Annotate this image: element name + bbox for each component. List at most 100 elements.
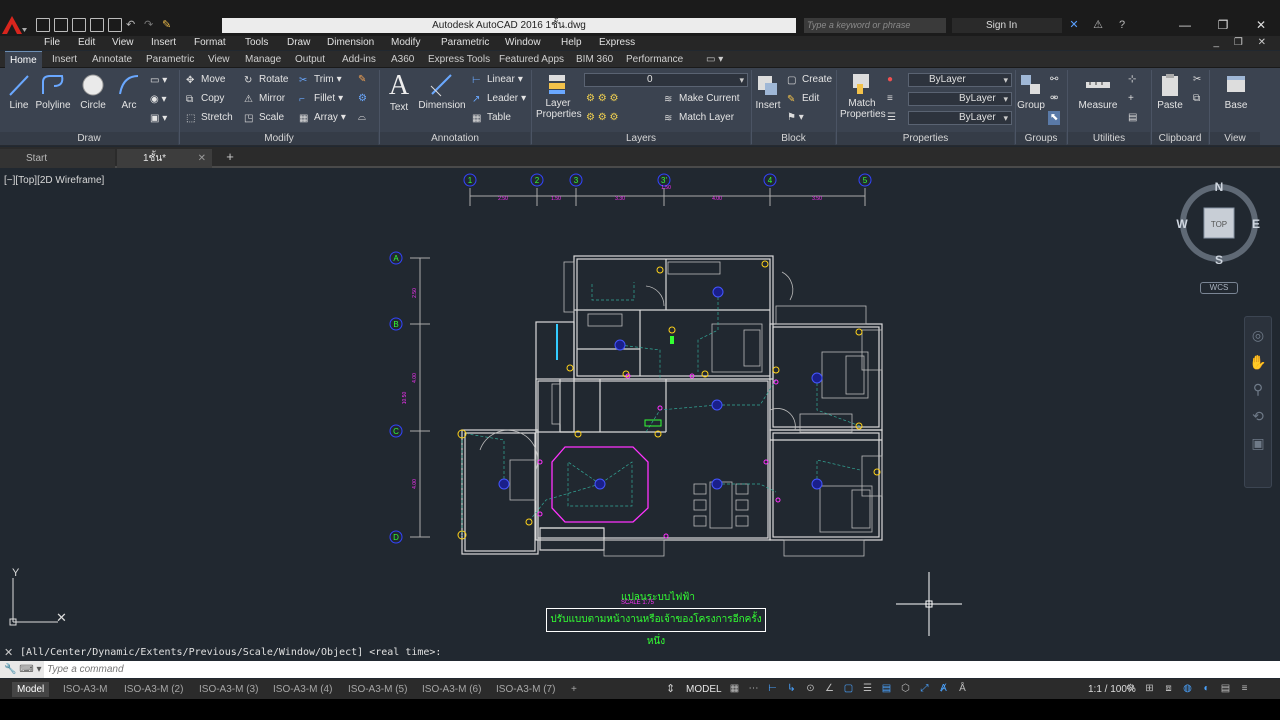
layout-tab-3[interactable]: ISO-A3-M (3) — [194, 682, 263, 697]
polyline-button[interactable]: Polyline — [35, 72, 71, 111]
layer-properties-button[interactable]: Layer Properties — [536, 72, 582, 120]
boundary-icon[interactable]: ▣ ▾ — [150, 112, 167, 126]
tab-express-tools[interactable]: Express Tools — [428, 51, 490, 68]
model-space-button[interactable]: MODEL — [686, 682, 722, 697]
menu-file[interactable]: File — [44, 36, 60, 50]
pan-icon[interactable]: ✋ — [1245, 354, 1271, 371]
isodraft-icon[interactable]: ⊙ — [804, 683, 817, 695]
layer-tools-row2[interactable]: ⚙ ⚙ ⚙ — [586, 111, 618, 125]
match-properties-button[interactable]: Match Properties — [840, 72, 886, 120]
undo-icon[interactable]: ↶ — [126, 18, 140, 32]
tab-annotate[interactable]: Annotate — [92, 51, 132, 68]
cut-icon[interactable]: ✂ — [1193, 73, 1201, 87]
osnap-tracking-icon[interactable]: ∠ — [823, 683, 836, 695]
hardware-acceleration-icon[interactable]: ◍ — [1181, 683, 1194, 695]
tab-drawing-file[interactable]: 1ชั้น* ✕ — [117, 149, 212, 168]
color-dropdown[interactable]: ByLayer — [908, 73, 1012, 87]
properties-panel-title[interactable]: Properties — [837, 132, 1014, 145]
document-window-controls[interactable]: _ ❐ ✕ — [1214, 36, 1272, 50]
menu-draw[interactable]: Draw — [287, 36, 310, 50]
annotation-visibility-icon[interactable]: ⤢ — [918, 683, 931, 695]
layer-dropdown[interactable]: 0 — [584, 73, 748, 87]
linetype-dropdown[interactable]: ByLayer — [908, 111, 1012, 125]
lineweight-dropdown[interactable]: ByLayer — [908, 92, 1012, 106]
modify-panel-title[interactable]: Modify — [180, 132, 378, 145]
selection-cycling-icon[interactable]: ⬡ — [899, 683, 912, 695]
menu-view[interactable]: View — [112, 36, 134, 50]
isolate-objects-icon[interactable]: ⧈ — [1162, 683, 1175, 695]
array-button[interactable]: ▦ Array ▾ — [299, 111, 346, 125]
layout-tab-6[interactable]: ISO-A3-M (6) — [417, 682, 486, 697]
close-icon[interactable]: ✕ — [1242, 16, 1280, 34]
snap-icon[interactable]: ⋯ — [747, 683, 760, 695]
text-button[interactable]: A Text — [386, 72, 412, 114]
dimension-button[interactable]: Dimension — [418, 72, 466, 111]
ortho-icon[interactable]: ⊢ — [766, 683, 779, 695]
showmotion-icon[interactable]: ▣ — [1245, 435, 1271, 452]
leader-button[interactable]: ↗ Leader ▾ — [472, 92, 526, 106]
restore-icon[interactable]: ❐ — [1204, 16, 1242, 34]
menu-insert[interactable]: Insert — [151, 36, 176, 50]
menu-window[interactable]: Window — [505, 36, 541, 50]
minimize-icon[interactable]: — — [1166, 16, 1204, 34]
tab-output[interactable]: Output — [295, 51, 325, 68]
drawing-canvas[interactable]: [−][Top][2D Wireframe] 1 2 3 3' 4 5 2.50… — [0, 170, 1280, 636]
layout-tab-1[interactable]: ISO-A3-M — [58, 682, 112, 697]
layout-tab-4[interactable]: ISO-A3-M (4) — [268, 682, 337, 697]
menu-help[interactable]: Help — [561, 36, 582, 50]
layout-tab-model[interactable]: Model — [12, 682, 50, 697]
groups-panel-title[interactable]: Groups — [1016, 132, 1066, 145]
color-wheel-icon[interactable]: ● — [887, 73, 893, 87]
command-input[interactable] — [44, 661, 1274, 678]
linetype-icon[interactable]: ☰ — [887, 111, 896, 125]
navigation-bar[interactable]: ◎ ✋ ⚲ ⟲ ▣ — [1244, 316, 1272, 488]
menu-edit[interactable]: Edit — [78, 36, 95, 50]
fillet-button[interactable]: ⌐ Fillet ▾ — [299, 92, 343, 106]
utilities-panel-title[interactable]: Utilities — [1068, 132, 1150, 145]
clean-screen-icon[interactable]: ◐ — [1200, 683, 1213, 695]
orbit-icon[interactable]: ⟲ — [1245, 408, 1271, 425]
measure-button[interactable]: Measure — [1078, 72, 1118, 111]
polar-icon[interactable]: ↳ — [785, 683, 798, 695]
menu-parametric[interactable]: Parametric — [441, 36, 489, 50]
autocad-logo-icon[interactable] — [0, 14, 30, 36]
menu-format[interactable]: Format — [194, 36, 226, 50]
sign-in-button[interactable]: Sign In — [952, 18, 1062, 33]
lock-ui-icon[interactable]: ⊞ — [1143, 683, 1156, 695]
layout-tab-5[interactable]: ISO-A3-M (5) — [343, 682, 412, 697]
make-current-button[interactable]: ≋ Make Current — [664, 92, 740, 106]
tab-performance[interactable]: Performance — [626, 51, 683, 68]
viewcube[interactable]: TOP N S W E — [1172, 180, 1268, 280]
hatch-icon[interactable]: ◉ ▾ — [150, 93, 167, 107]
status-scroll-icon[interactable]: ⇕ — [666, 682, 675, 695]
move-button[interactable]: ✥ Move — [186, 73, 225, 87]
view-panel-title[interactable]: View — [1210, 132, 1260, 145]
offset-icon[interactable]: ⌓ — [358, 111, 366, 125]
clipboard-panel-title[interactable]: Clipboard — [1152, 132, 1208, 145]
arc-button[interactable]: Arc — [117, 72, 141, 111]
quick-select-icon[interactable]: ⊹ — [1128, 73, 1136, 87]
copy-clip-icon[interactable]: ⧉ — [1193, 92, 1200, 106]
tab-featured-apps[interactable]: Featured Apps — [499, 51, 564, 68]
tab-start[interactable]: Start — [0, 149, 115, 168]
circle-button[interactable]: Circle — [79, 72, 107, 111]
ungroup-icon[interactable]: ⚮ — [1050, 92, 1058, 106]
group-tools-icon[interactable]: ⚯ — [1050, 73, 1058, 87]
draw-panel-title[interactable]: Draw — [0, 132, 178, 145]
transparency-icon[interactable]: ▤ — [880, 683, 893, 695]
tab-manage[interactable]: Manage — [245, 51, 281, 68]
explode-icon[interactable]: ⚙ — [358, 92, 367, 106]
linear-button[interactable]: ⊢ Linear ▾ — [472, 73, 523, 87]
exchange-icon[interactable]: ✕ — [1066, 18, 1082, 32]
layers-panel-title[interactable]: Layers — [532, 132, 750, 145]
a360-icon[interactable]: ⚠ — [1090, 18, 1106, 32]
osnap-icon[interactable]: ▢ — [842, 683, 855, 695]
tab-addins[interactable]: Add-ins — [342, 51, 376, 68]
group-select-icon[interactable]: ⬉ — [1048, 111, 1061, 125]
erase-icon[interactable]: ✎ — [358, 73, 366, 87]
layout-tab-7[interactable]: ISO-A3-M (7) — [491, 682, 560, 697]
grid-icon[interactable]: ▦ — [728, 683, 741, 695]
copy-button[interactable]: ⧉ Copy — [186, 92, 224, 106]
add-tab-icon[interactable]: + — [222, 149, 238, 165]
paste-button[interactable]: Paste — [1156, 72, 1184, 111]
